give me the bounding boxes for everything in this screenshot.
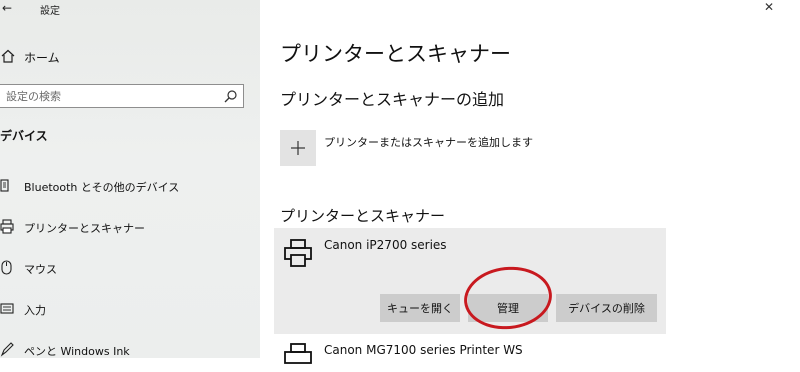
nav-home[interactable]: ホーム bbox=[0, 46, 260, 68]
app-title: 設定 bbox=[40, 6, 60, 17]
sidebar: ← 設定 ホーム デバイス Bluetooth とその他のデバイス bbox=[0, 0, 260, 358]
printer-item-selected[interactable]: Canon iP2700 series キューを開く 管理 デバイスの削除 bbox=[274, 228, 666, 334]
printer-icon bbox=[284, 239, 312, 267]
sidebar-item-bluetooth[interactable]: Bluetooth とその他のデバイス bbox=[0, 175, 260, 197]
printer-icon bbox=[0, 219, 14, 234]
printer-name: Canon MG7100 series Printer WS bbox=[324, 343, 523, 357]
section-heading-devices: デバイス bbox=[0, 129, 48, 143]
sidebar-item-mouse[interactable]: マウス bbox=[0, 257, 260, 279]
plus-icon bbox=[291, 141, 305, 155]
add-section-heading: プリンターとスキャナーの追加 bbox=[280, 90, 505, 109]
bluetooth-device-icon bbox=[0, 179, 9, 192]
sidebar-item-input[interactable]: 入力 bbox=[0, 298, 260, 320]
page-title: プリンターとスキャナー bbox=[280, 42, 511, 66]
home-icon bbox=[1, 49, 15, 63]
keyboard-icon bbox=[0, 303, 14, 314]
sidebar-item-label: プリンターとスキャナー bbox=[24, 222, 145, 235]
search-icon[interactable] bbox=[224, 89, 238, 103]
sidebar-item-label: ペンと Windows Ink bbox=[24, 345, 130, 358]
back-arrow-icon[interactable]: ← bbox=[2, 1, 18, 15]
open-queue-button[interactable]: キューを開く bbox=[380, 294, 460, 322]
title-bar: ← 設定 bbox=[0, 0, 260, 20]
add-device-button[interactable] bbox=[280, 130, 316, 166]
sidebar-item-label: Bluetooth とその他のデバイス bbox=[24, 181, 180, 194]
close-icon[interactable]: ✕ bbox=[764, 0, 774, 14]
sidebar-item-label: 入力 bbox=[24, 304, 46, 317]
search-box[interactable] bbox=[0, 84, 244, 108]
search-input[interactable] bbox=[6, 87, 216, 105]
main-content: ✕ プリンターとスキャナー プリンターとスキャナーの追加 プリンターまたはスキャ… bbox=[260, 0, 800, 364]
sidebar-item-label: マウス bbox=[24, 263, 57, 276]
manage-button[interactable]: 管理 bbox=[468, 294, 548, 322]
mouse-icon bbox=[1, 260, 12, 275]
sidebar-item-pen[interactable]: ペンと Windows Ink bbox=[0, 339, 260, 358]
printer-icon bbox=[284, 343, 312, 364]
add-device-label[interactable]: プリンターまたはスキャナーを追加します bbox=[324, 134, 533, 150]
pen-icon bbox=[0, 342, 14, 357]
nav-home-label: ホーム bbox=[24, 51, 60, 65]
sidebar-item-printers[interactable]: プリンターとスキャナー bbox=[0, 216, 260, 238]
remove-device-button[interactable]: デバイスの削除 bbox=[556, 294, 657, 322]
printer-item[interactable]: Canon MG7100 series Printer WS bbox=[274, 340, 666, 364]
printer-name: Canon iP2700 series bbox=[324, 238, 447, 252]
printer-list-heading: プリンターとスキャナー bbox=[280, 207, 446, 225]
